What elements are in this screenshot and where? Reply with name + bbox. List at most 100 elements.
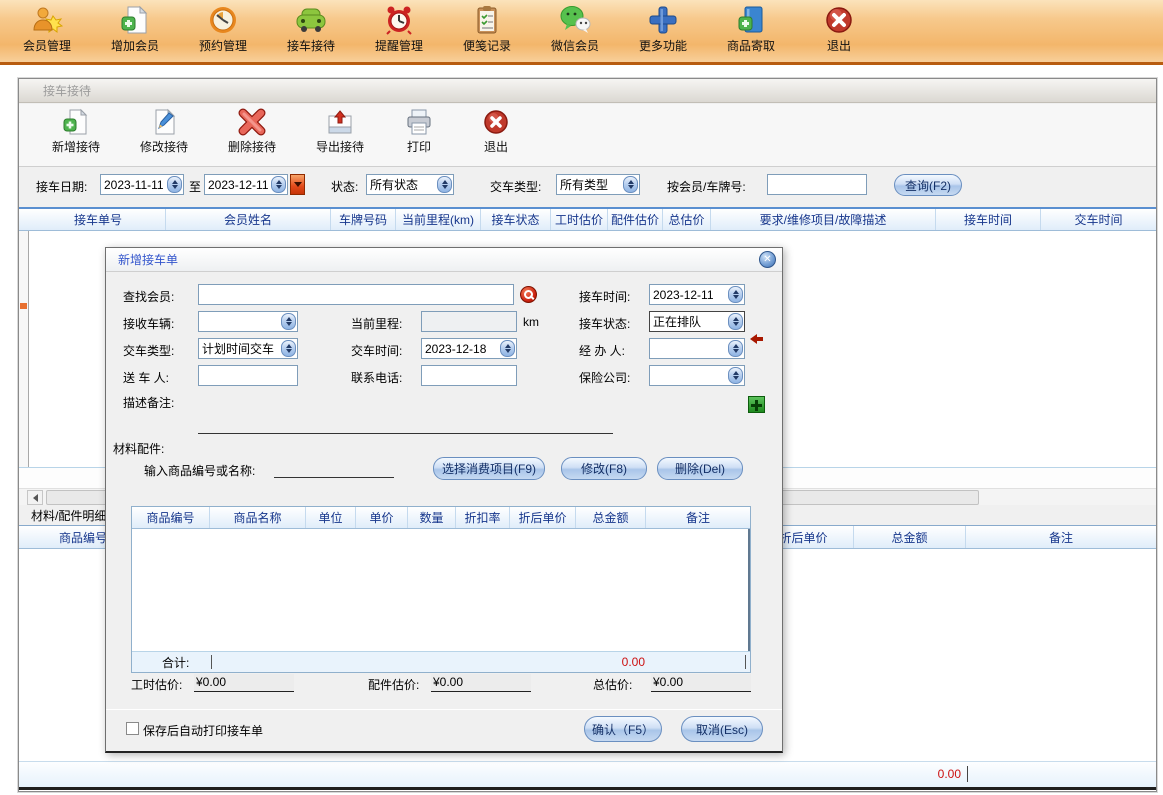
column-header[interactable]: 单价: [356, 507, 408, 528]
parts-search-input[interactable]: [274, 460, 394, 478]
status-filter-field[interactable]: 所有状态: [366, 174, 454, 195]
operator-field[interactable]: [649, 338, 745, 359]
column-header[interactable]: 数量: [408, 507, 456, 528]
print-button[interactable]: 打印: [391, 108, 447, 155]
mileage-label: 当前里程:: [351, 315, 402, 332]
remark-textarea[interactable]: [198, 392, 613, 434]
phone-input[interactable]: [421, 365, 517, 386]
status-total-value: 0.00: [938, 767, 961, 781]
column-header[interactable]: 备注: [646, 507, 750, 528]
toolbar-item-car-reception[interactable]: 接车接待: [278, 4, 344, 54]
window-titlebar: 接车接待: [19, 79, 1156, 103]
delivery-type-field[interactable]: 计划时间交车: [198, 338, 298, 359]
column-header[interactable]: 车牌号码: [331, 209, 396, 230]
detail-panel-label: 材料/配件明细: [31, 507, 106, 524]
toolbar-item-exit[interactable]: 退出: [806, 4, 872, 54]
add-insurance-icon[interactable]: [748, 396, 765, 413]
date-to-field[interactable]: 2023-12-11: [204, 174, 288, 195]
date-from-field[interactable]: 2023-11-11: [100, 174, 184, 195]
spinner-button[interactable]: [281, 313, 296, 330]
toolbar-item-member-management[interactable]: 会员管理: [14, 4, 80, 54]
insurance-field[interactable]: [649, 365, 745, 386]
column-header[interactable]: 总金额: [576, 507, 646, 528]
spinner-button[interactable]: [281, 340, 296, 357]
column-header[interactable]: 商品编号: [132, 507, 210, 528]
search-member-input[interactable]: [198, 284, 514, 305]
delivery-type-filter-label: 交车类型:: [490, 178, 541, 195]
column-header[interactable]: 备注: [966, 526, 1156, 548]
column-header[interactable]: 总估价: [663, 209, 711, 230]
modify-item-button[interactable]: 修改(F8): [561, 457, 647, 480]
spinner-button[interactable]: [437, 176, 452, 193]
date-dropdown-button[interactable]: [290, 174, 305, 195]
spinner-button[interactable]: [728, 367, 743, 384]
spinner-button[interactable]: [500, 340, 515, 357]
delete-reception-button[interactable]: 删除接待: [215, 108, 289, 155]
column-header[interactable]: 折后单价: [510, 507, 576, 528]
export-reception-button[interactable]: 导出接待: [303, 108, 377, 155]
total-estimate-value: ¥0.00: [651, 674, 751, 692]
delivery-type-filter-field[interactable]: 所有类型: [556, 174, 640, 195]
toolbar-item-appointment[interactable]: 预约管理: [190, 4, 256, 54]
parts-total-row: 合计: 0.00: [132, 651, 750, 672]
search-icon[interactable]: [520, 286, 537, 303]
toolbar-item-label: 会员管理: [23, 37, 71, 54]
spinner-button[interactable]: [728, 286, 743, 303]
auto-print-checkbox[interactable]: [126, 722, 139, 735]
parts-list-area: [132, 529, 750, 651]
column-header[interactable]: 工时估价: [551, 209, 608, 230]
column-header[interactable]: 交车时间: [1041, 209, 1156, 230]
modify-reception-button[interactable]: 修改接待: [127, 108, 201, 155]
status-filter-label: 状态:: [331, 178, 358, 195]
close-icon[interactable]: ✕: [759, 251, 776, 268]
query-button[interactable]: 查询(F2): [894, 174, 962, 196]
sender-input[interactable]: [198, 365, 298, 386]
total-estimate-label: 总估价:: [593, 676, 632, 693]
to-label: 至: [189, 178, 201, 195]
column-header[interactable]: 接车单号: [31, 209, 166, 230]
member-search-label: 按会员/车牌号:: [667, 178, 746, 195]
column-header[interactable]: 配件估价: [608, 209, 663, 230]
exit-window-button[interactable]: 退出: [461, 108, 531, 155]
delivery-time-field[interactable]: 2023-12-18: [421, 338, 517, 359]
toolbar-item-add-member[interactable]: 增加会员: [102, 4, 168, 54]
toolbar-item-product-pickup[interactable]: 商品寄取: [718, 4, 784, 54]
new-reception-button[interactable]: 新增接待: [39, 108, 113, 155]
column-header[interactable]: 接车时间: [936, 209, 1041, 230]
column-header[interactable]: 要求/维修项目/故障描述: [711, 209, 936, 230]
column-header[interactable]: 接车状态: [481, 209, 551, 230]
confirm-button[interactable]: 确认（F5）: [584, 716, 662, 742]
spinner-button[interactable]: [728, 313, 743, 330]
toolbar-item-wechat-member[interactable]: 微信会员: [542, 4, 608, 54]
vehicle-field[interactable]: [198, 311, 298, 332]
receive-time-field[interactable]: 2023-12-11: [649, 284, 745, 305]
toolbar-item-notes[interactable]: 便笺记录: [454, 4, 520, 54]
cancel-button[interactable]: 取消(Esc): [681, 716, 763, 742]
column-header[interactable]: 单位: [306, 507, 356, 528]
member-search-input[interactable]: [767, 174, 867, 195]
reception-status-field[interactable]: 正在排队: [649, 311, 745, 332]
scroll-left-icon[interactable]: [27, 490, 43, 505]
parts-input-label: 输入商品编号或名称:: [144, 462, 255, 479]
toolbar-item-more-functions[interactable]: 更多功能: [630, 4, 696, 54]
spinner-button[interactable]: [271, 176, 286, 193]
column-header[interactable]: 会员姓名: [166, 209, 331, 230]
export-icon: [326, 108, 354, 136]
column-header[interactable]: 折扣率: [456, 507, 510, 528]
select-items-button[interactable]: 选择消费项目(F9): [433, 457, 545, 480]
column-header[interactable]: 总金额: [854, 526, 966, 548]
mileage-unit: km: [523, 315, 539, 329]
delete-item-button[interactable]: 删除(Del): [657, 457, 743, 480]
toolbar-item-label: 便笺记录: [463, 37, 511, 54]
toolbar-item-label: 接车接待: [287, 37, 335, 54]
spinner-button[interactable]: [728, 340, 743, 357]
spinner-button[interactable]: [167, 176, 182, 193]
alarm-icon: [383, 4, 415, 36]
toolbar-item-reminder[interactable]: 提醒管理: [366, 4, 432, 54]
edit-doc-icon: [150, 108, 178, 136]
spinner-button[interactable]: [623, 176, 638, 193]
column-header[interactable]: 当前里程(km): [396, 209, 481, 230]
column-header[interactable]: 商品名称: [210, 507, 306, 528]
caret: [745, 655, 746, 669]
car-icon: [295, 4, 327, 36]
